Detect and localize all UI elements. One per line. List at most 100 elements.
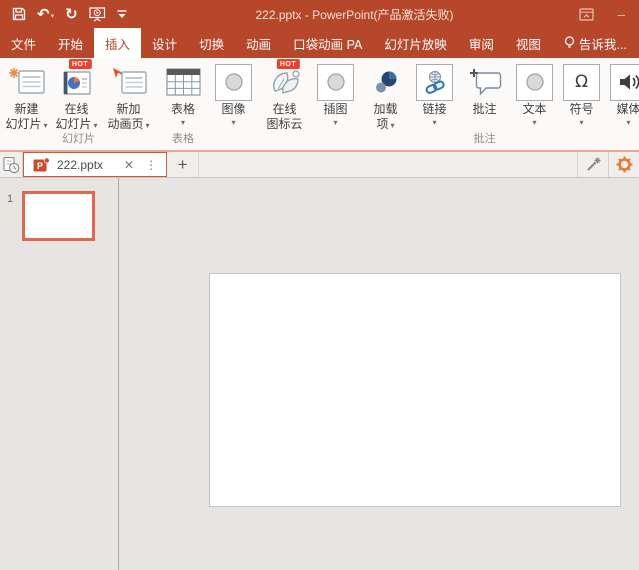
document-tab-222pptx[interactable]: P 222.pptx ✕ ⋮ [23,152,167,177]
online-icon-cloud-button[interactable]: HOT 在线 图标云 [260,58,309,132]
dropdown-arrow-icon: ▾ [626,117,630,128]
table-icon [166,62,201,102]
addins-label-line1: 加载 [373,102,397,116]
powerpoint-file-icon: P [33,157,50,173]
group-label-table: 表格 [159,133,207,150]
dropdown-arrow-icon: ▾ [432,117,436,128]
comment-icon [467,62,503,102]
ribbon-group-image: 图像 ▾ [211,58,256,150]
quick-access-toolbar: ↶ ▾ ↻ [0,7,160,22]
menu-tab-transitions[interactable]: 切换 [188,28,235,58]
redo-icon[interactable]: ↻ [65,7,78,22]
menu-tab-review[interactable]: 审阅 [458,28,505,58]
dropdown-arrow-icon: ▾ [181,117,185,128]
group-label-comment: 批注 [460,133,509,150]
table-label: 表格 [171,102,195,116]
new-slide-button[interactable]: 新建 幻灯片▾ [2,58,51,133]
ribbon-tab-bar: 文件 开始 插入 设计 切换 动画 口袋动画 PA 幻灯片放映 审阅 视图 告诉… [0,28,639,58]
ribbon-group-symbols: Ω 符号 ▾ [560,58,603,150]
close-tab-icon[interactable]: ✕ [124,159,134,171]
new-slide-label-line2: 幻灯片 [5,117,41,131]
online-icon-cloud-label-line2: 图标云 [266,117,302,131]
addins-button[interactable]: 加载 项▾ [362,58,409,133]
dropdown-arrow-icon: ▾ [390,121,394,130]
comment-button[interactable]: 批注 [460,58,509,117]
dropdown-arrow-icon: ▾ [94,121,98,130]
new-tab-button[interactable]: + [167,152,199,177]
addins-label-line2: 项 [376,117,388,131]
new-slide-icon [8,62,46,102]
menu-tab-pocket-animation[interactable]: 口袋动画 PA [282,28,373,58]
save-icon[interactable] [12,7,26,21]
lightbulb-icon [564,36,575,50]
window-title: 222.pptx - PowerPoint(产品激活失败) [160,6,549,23]
tab-settings-gear-icon[interactable] [608,152,639,177]
ribbon-group-slides: 新建 幻灯片▾ HOT 在线 幻灯片▾ [2,58,155,150]
title-bar: ↶ ▾ ↻ 222.pptx - PowerPoint(产品激活失败) – [0,0,639,28]
dropdown-arrow-icon: ▾ [333,117,337,128]
ribbon-group-addins: 加载 项▾ [362,58,409,150]
ribbon-display-options-icon[interactable] [579,8,594,21]
image-button[interactable]: 图像 ▾ [211,58,256,128]
media-button[interactable]: 媒体 ▾ [607,58,639,128]
slide-canvas[interactable] [209,273,621,507]
ribbon-group-illustrations: 插图 ▾ [313,58,358,150]
document-tab-bar: P 222.pptx ✕ ⋮ + [0,152,639,178]
menu-tab-slideshow[interactable]: 幻灯片放映 [373,28,458,58]
menu-tab-animations[interactable]: 动画 [235,28,282,58]
magic-wand-icon[interactable] [577,152,608,177]
minimize-button[interactable]: – [618,8,625,21]
online-slides-label-line1: 在线 [64,102,88,116]
image-label: 图像 [221,102,245,116]
online-icon-cloud-icon: HOT [267,62,303,102]
undo-button[interactable]: ↶ ▾ [37,7,54,22]
new-animation-page-label-line2: 动画页 [107,117,143,131]
dropdown-arrow-icon: ▾ [146,121,150,130]
new-animation-page-icon [110,62,148,102]
tab-menu-icon[interactable]: ⋮ [141,159,157,171]
customize-qat-icon[interactable] [117,10,127,19]
start-slideshow-icon[interactable] [89,7,106,22]
links-button[interactable]: 链接 ▾ [413,58,456,128]
tab-bar-tools [577,152,639,177]
tell-me-box[interactable]: 告诉我... [554,28,637,58]
new-animation-page-button[interactable]: 新加 动画页▾ [102,58,155,133]
speaker-icon [610,62,639,102]
recent-documents-icon[interactable] [0,152,23,177]
window-controls: – [549,8,639,21]
ribbon: 新建 幻灯片▾ HOT 在线 幻灯片▾ [0,58,639,152]
omega-icon: Ω [563,62,600,102]
image-icon [215,62,252,102]
menu-tab-view[interactable]: 视图 [505,28,552,58]
illustrations-button[interactable]: 插图 ▾ [313,58,358,128]
slide-number: 1 [7,193,13,205]
comment-label: 批注 [472,102,496,116]
undo-dropdown-icon[interactable]: ▾ [51,13,55,22]
hot-badge: HOT [276,59,299,69]
menu-tab-file[interactable]: 文件 [0,28,47,58]
slide-1-thumbnail[interactable] [22,191,95,241]
text-button[interactable]: 文本 ▾ [513,58,556,128]
menu-tab-design[interactable]: 设计 [141,28,188,58]
online-slides-icon: HOT [60,62,94,102]
illustrations-label: 插图 [323,102,347,116]
symbols-button[interactable]: Ω 符号 ▾ [560,58,603,128]
table-button[interactable]: 表格 ▾ [159,58,207,128]
symbols-label: 符号 [569,102,593,116]
ribbon-group-comment: 批注 批注 [460,58,509,150]
dropdown-arrow-icon: ▾ [579,117,583,128]
online-slides-button[interactable]: HOT 在线 幻灯片▾ [51,58,102,133]
text-label: 文本 [522,102,546,116]
ribbon-group-icon-cloud: HOT 在线 图标云 [260,58,309,150]
ribbon-group-links: 链接 ▾ [413,58,456,150]
online-slides-label-line2: 幻灯片 [55,117,91,131]
dropdown-arrow-icon: ▾ [231,117,235,128]
menu-tab-insert[interactable]: 插入 [94,28,141,58]
links-label: 链接 [422,102,446,116]
addins-icon [371,62,401,102]
menu-tab-home[interactable]: 开始 [47,28,94,58]
slide-thumbnail-row: 1 [0,191,118,241]
text-icon [516,62,553,102]
link-icon [416,62,453,102]
dropdown-arrow-icon: ▾ [532,117,536,128]
